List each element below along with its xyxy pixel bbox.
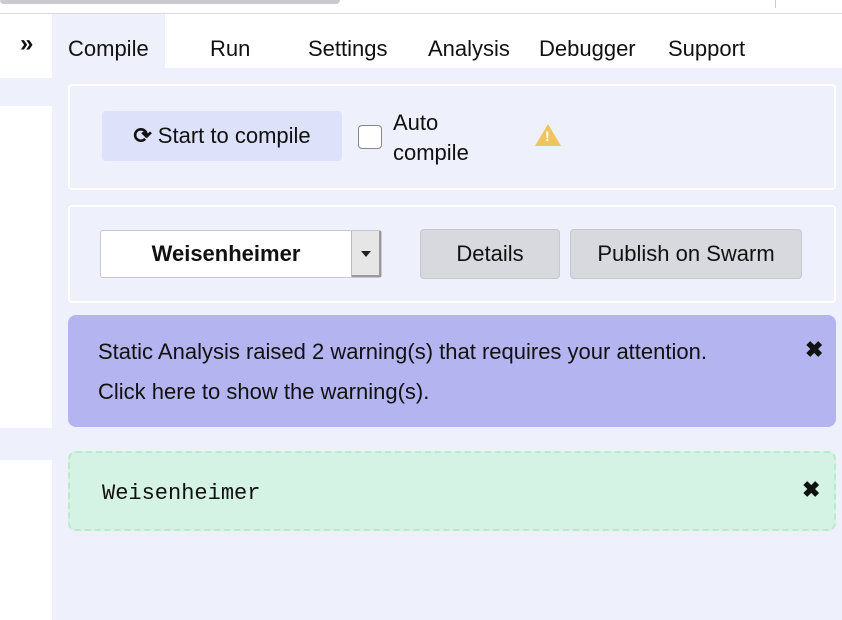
tab-debugger[interactable]: Debugger: [539, 36, 636, 62]
editor-strip: [0, 78, 52, 106]
left-column: »: [0, 14, 52, 620]
divider: [775, 0, 776, 8]
publish-swarm-button[interactable]: Publish on Swarm: [570, 229, 802, 279]
static-analysis-alert[interactable]: Static Analysis raised 2 warning(s) that…: [68, 315, 836, 427]
alert-warning-line1: Static Analysis raised 2 warning(s) that…: [98, 339, 707, 364]
top-scroll-area: [0, 0, 842, 14]
contract-select[interactable]: Weisenheimer: [100, 230, 382, 278]
close-icon[interactable]: ✖: [805, 337, 823, 363]
scrollbar-thumb[interactable]: [0, 0, 340, 4]
chevron-down-icon[interactable]: [351, 231, 381, 277]
tab-compile[interactable]: Compile: [52, 14, 165, 68]
auto-compile-label: Auto compile: [393, 108, 483, 168]
editor-strip: [0, 428, 52, 460]
tab-settings[interactable]: Settings: [308, 36, 388, 62]
start-compile-label: Start to compile: [157, 123, 311, 148]
tab-bar: Compile Run Settings Analysis Debugger S…: [52, 14, 842, 68]
tab-support[interactable]: Support: [668, 36, 745, 62]
alert-warning-line2: Click here to show the warning(s).: [98, 379, 430, 404]
contract-select-value: Weisenheimer: [151, 241, 301, 266]
auto-compile-text: Auto compile: [393, 110, 469, 165]
start-compile-button[interactable]: ⟳ Start to compile: [102, 111, 342, 161]
details-button[interactable]: Details: [420, 229, 560, 279]
warning-triangle-icon: !: [535, 124, 561, 146]
tab-run[interactable]: Run: [210, 36, 250, 62]
compile-success-alert: Weisenheimer: [68, 451, 836, 531]
compiled-contract-name: Weisenheimer: [102, 481, 261, 506]
auto-compile-checkbox[interactable]: [358, 125, 382, 149]
tab-analysis[interactable]: Analysis: [428, 36, 510, 62]
double-chevron-right-icon[interactable]: »: [20, 32, 33, 56]
refresh-icon: ⟳: [133, 123, 152, 148]
close-icon[interactable]: ✖: [802, 477, 820, 503]
